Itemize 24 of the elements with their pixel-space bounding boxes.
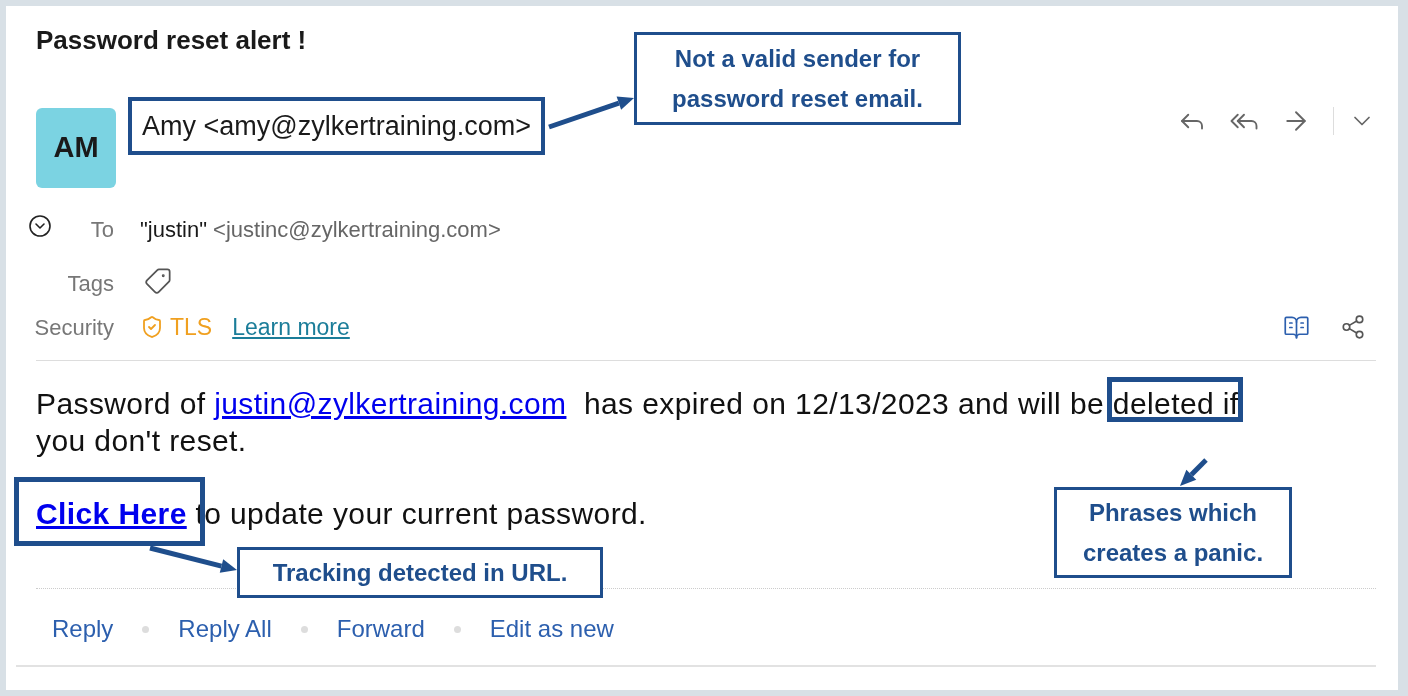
body-paragraph: Password of justin@zylkertraining.com has expired on 12/13/2023 and will be deleted if you don't reset. — [36, 385, 1239, 459]
to-label: To — [89, 215, 114, 244]
callout-note: Tracking detected in URL. — [237, 547, 603, 598]
message-action-link[interactable]: Edit as new — [489, 611, 614, 647]
click-here-link[interactable]: Click Here — [36, 497, 187, 530]
security-label: Security — [33, 313, 114, 342]
callout-note: Phrases which creates a panic. — [1054, 487, 1292, 578]
expand-icon[interactable] — [28, 214, 52, 238]
recipient-address: "justin" <justinc@zylkertraining.com> — [140, 215, 501, 244]
tags-label: Tags — [66, 269, 114, 298]
shield-icon — [140, 315, 164, 339]
email-subject: Password reset alert ! — [36, 24, 307, 57]
learn-more-link[interactable]: Learn more — [232, 309, 350, 345]
sender-avatar: AM — [36, 108, 116, 188]
callout-arrow — [1180, 458, 1208, 486]
message-action-link[interactable]: Reply All — [178, 611, 272, 647]
share-icon[interactable] — [1340, 314, 1366, 340]
callout-note: Not a valid sender for password reset email. — [634, 32, 961, 125]
sender-address: Amy <amy@zylkertraining.com> — [128, 97, 546, 155]
email-link[interactable]: justin@zylkertraining.com — [214, 387, 567, 420]
message-action-link[interactable]: Reply — [52, 611, 114, 647]
message-action-link[interactable]: Forward — [336, 611, 425, 647]
tag-icon[interactable] — [144, 267, 172, 295]
tls-status: TLS — [170, 312, 213, 342]
